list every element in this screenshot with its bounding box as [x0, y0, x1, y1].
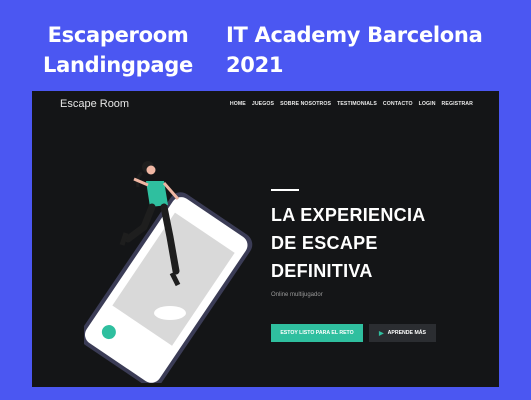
nav-item-sobre-nosotros[interactable]: SOBRE NOSOTROS — [280, 101, 331, 107]
nav-item-juegos[interactable]: JUEGOS — [252, 101, 274, 107]
nav-item-registrar[interactable]: REGISTRAR — [442, 101, 473, 107]
headline-line-1: LA EXPERIENCIA — [271, 205, 426, 225]
play-icon: ▶ — [379, 330, 384, 337]
nav-item-login[interactable]: LOGIN — [419, 101, 436, 107]
landing-page-screenshot: Escape Room HOME JUEGOS SOBRE NOSOTROS T… — [32, 91, 499, 387]
nav-item-testimonials[interactable]: TESTIMONIALS — [337, 101, 377, 107]
headline-line-3: DEFINITIVA — [271, 261, 373, 281]
ready-button-label: ESTOY LISTO PARA EL RETO — [280, 330, 354, 336]
headline-line-2: DE ESCAPE — [271, 233, 378, 253]
learn-more-label: APRENDE MÁS — [387, 330, 426, 336]
nav-item-contacto[interactable]: CONTACTO — [383, 101, 413, 107]
nav-item-home[interactable]: HOME — [230, 101, 246, 107]
hero-illustration — [84, 161, 253, 383]
headline-accent-line — [271, 189, 299, 191]
hero-subtitle: Online multijugador — [271, 292, 323, 298]
top-nav: HOME JUEGOS SOBRE NOSOTROS TESTIMONIALS … — [230, 101, 473, 107]
brand-logo[interactable]: Escape Room — [60, 98, 129, 110]
banner-title-left: Escaperoom Landingpage — [43, 23, 193, 77]
learn-more-button[interactable]: ▶ APRENDE MÁS — [369, 324, 436, 342]
banner-title-right: IT Academy Barcelona 2021 — [226, 23, 483, 77]
hero-headline: LA EXPERIENCIA DE ESCAPE DEFINITIVA — [271, 201, 426, 285]
ready-for-challenge-button[interactable]: ESTOY LISTO PARA EL RETO — [271, 324, 363, 342]
